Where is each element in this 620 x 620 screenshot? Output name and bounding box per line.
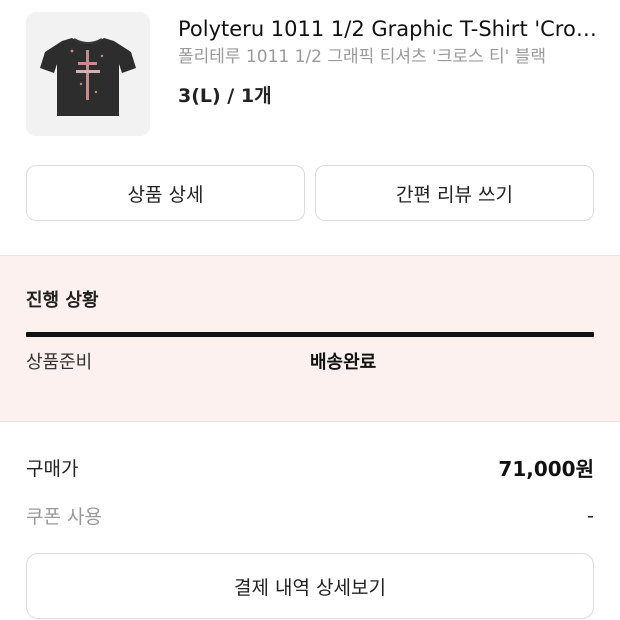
product-detail-button[interactable]: 상품 상세 <box>26 165 305 221</box>
product-summary: Polyteru 1011 1/2 Graphic T-Shirt 'Cross… <box>0 0 620 160</box>
purchase-price-value: 71,000원 <box>498 457 594 481</box>
status-title: 진행 상황 <box>26 290 99 311</box>
payment-detail-button[interactable]: 결제 내역 상세보기 <box>26 553 594 619</box>
product-thumbnail[interactable] <box>26 12 150 136</box>
order-status-section: 진행 상황 상품준비 배송완료 <box>0 255 620 422</box>
product-option: 3(L) / 1개 <box>178 85 272 107</box>
purchase-price-row: 구매가 71,000원 <box>26 453 594 482</box>
coupon-row: 쿠폰 사용 - <box>26 502 594 529</box>
product-subtitle: 폴리테루 1011 1/2 그래픽 티셔츠 '크로스 티' 블랙 <box>178 47 547 67</box>
status-progress-bar <box>26 332 594 337</box>
purchase-price-label: 구매가 <box>26 458 79 480</box>
tshirt-image-icon <box>40 38 136 116</box>
status-step-preparing: 상품준비 <box>26 352 93 373</box>
product-info: Polyteru 1011 1/2 Graphic T-Shirt 'Cross… <box>178 14 598 110</box>
coupon-label: 쿠폰 사용 <box>26 506 102 528</box>
status-step-delivered: 배송완료 <box>310 352 377 373</box>
write-review-button[interactable]: 간편 리뷰 쓰기 <box>315 165 594 221</box>
coupon-value: - <box>587 504 594 527</box>
product-title[interactable]: Polyteru 1011 1/2 Graphic T-Shirt 'Cross… <box>178 14 598 44</box>
